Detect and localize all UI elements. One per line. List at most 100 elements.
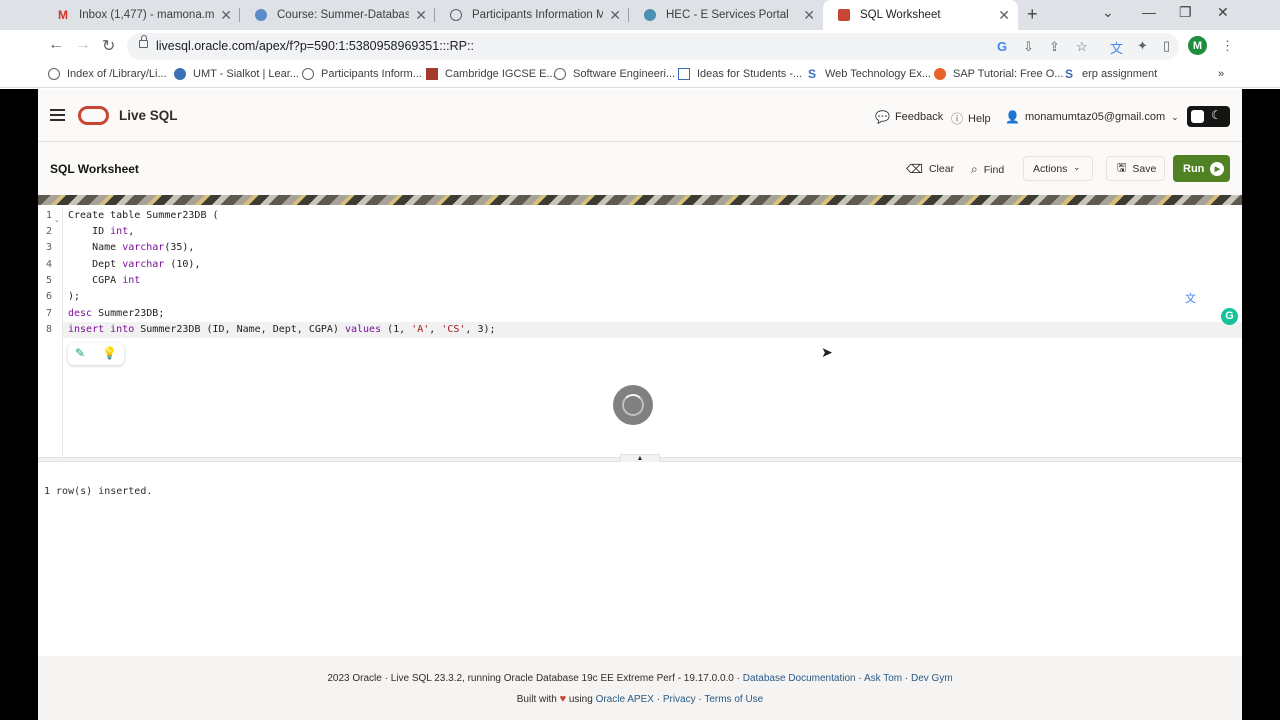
extensions-puzzle-icon[interactable]: ✦ bbox=[1137, 38, 1148, 54]
chevron-down-icon: ⌄ bbox=[1073, 162, 1081, 172]
help-link[interactable]: ⓘ Help bbox=[951, 110, 991, 127]
globe-icon bbox=[48, 68, 60, 80]
actions-label: Actions bbox=[1033, 163, 1068, 175]
oracle-logo[interactable] bbox=[78, 106, 109, 125]
reload-icon[interactable]: ↻ bbox=[102, 36, 115, 56]
line-number: 8 bbox=[45, 324, 52, 335]
translate-icon[interactable]: 文 bbox=[1185, 290, 1196, 306]
bookmark-item[interactable]: UMT - Sialkot | Lear... bbox=[174, 68, 299, 80]
minimize-icon[interactable]: — bbox=[1142, 4, 1156, 20]
window-close-icon[interactable]: ✕ bbox=[1217, 4, 1229, 21]
profile-initial: M bbox=[1192, 39, 1203, 52]
hamburger-menu-icon[interactable] bbox=[50, 109, 65, 121]
bookmark-star-icon[interactable]: ☆ bbox=[1076, 39, 1088, 55]
dark-mode-toggle[interactable]: ☾ bbox=[1187, 106, 1230, 127]
close-icon[interactable]: ✕ bbox=[803, 7, 815, 24]
tab-search-icon[interactable]: ⌄ bbox=[1102, 4, 1114, 21]
code-line: insert into Summer23DB (ID, Name, Dept, … bbox=[68, 324, 496, 335]
profile-avatar[interactable]: M bbox=[1188, 36, 1207, 55]
find-label: Find bbox=[983, 163, 1005, 176]
find-button[interactable]: ⌕ Find bbox=[971, 162, 1004, 177]
privacy-link[interactable]: Privacy bbox=[663, 694, 696, 705]
line-number: 4 bbox=[45, 259, 52, 270]
menu-kebab-icon[interactable]: ⋮ bbox=[1221, 38, 1234, 54]
line-number: 2 bbox=[45, 226, 52, 237]
user-menu[interactable]: 👤 monamumtaz05@gmail.com ⌄ bbox=[1005, 110, 1179, 124]
bookmark-label: erp assignment bbox=[1082, 68, 1158, 80]
feedback-link[interactable]: 💬 Feedback bbox=[875, 110, 943, 124]
close-icon[interactable]: ✕ bbox=[415, 7, 427, 24]
actions-menu-button[interactable]: Actions ⌄ bbox=[1023, 156, 1093, 181]
run-button[interactable]: Run ▶ bbox=[1173, 155, 1230, 182]
clear-button[interactable]: ⌫ Clear bbox=[906, 162, 954, 176]
database-documentation-link[interactable]: Database Documentation bbox=[743, 673, 856, 684]
app-title[interactable]: Live SQL bbox=[119, 108, 178, 123]
umt-icon bbox=[174, 68, 186, 80]
tab-sql-worksheet[interactable]: SQL Worksheet ✕ bbox=[823, 0, 1018, 30]
footer-version-text: 2023 Oracle · Live SQL 23.3.2, running O… bbox=[327, 673, 743, 684]
magic-wand-icon[interactable]: ✎ bbox=[75, 346, 85, 360]
page-footer: 2023 Oracle · Live SQL 23.3.2, running O… bbox=[38, 656, 1242, 720]
address-bar[interactable]: livesql.oracle.com/apex/f?p=590:1:538095… bbox=[127, 33, 1179, 60]
side-panel-icon[interactable]: ▯ bbox=[1163, 38, 1170, 54]
bookmark-item[interactable]: SAP Tutorial: Free O... bbox=[934, 68, 1063, 80]
bookmark-item[interactable]: S Web Technology Ex... bbox=[806, 67, 931, 81]
document-icon bbox=[678, 68, 690, 80]
url-text[interactable]: livesql.oracle.com/apex/f?p=590:1:538095… bbox=[156, 39, 474, 53]
close-icon[interactable]: ✕ bbox=[220, 7, 232, 24]
share-icon[interactable]: ⇪ bbox=[1049, 39, 1060, 55]
more-bookmarks-icon[interactable]: » bbox=[1218, 68, 1224, 80]
feedback-label: Feedback bbox=[894, 111, 944, 123]
user-icon: 👤 bbox=[1005, 110, 1020, 124]
video-letterbox-left bbox=[0, 89, 38, 720]
moodle-icon bbox=[254, 8, 268, 22]
moon-icon: ☾ bbox=[1211, 108, 1222, 122]
restore-icon[interactable]: ❐ bbox=[1179, 4, 1192, 21]
bookmark-item[interactable]: Participants Inform... bbox=[302, 68, 422, 80]
fold-arrow-icon[interactable]: ⌄ bbox=[54, 216, 60, 224]
bookmark-label: UMT - Sialkot | Lear... bbox=[193, 68, 299, 80]
s-logo-icon: S bbox=[1064, 67, 1073, 81]
new-tab-icon[interactable]: + bbox=[1027, 4, 1038, 25]
cambridge-shield-icon bbox=[426, 68, 438, 80]
result-message: 1 row(s) inserted. bbox=[44, 486, 153, 497]
terms-of-use-link[interactable]: Terms of Use bbox=[704, 694, 763, 705]
tab-title: HEC - E Services Portal bbox=[666, 9, 789, 21]
bookmark-item[interactable]: Cambridge IGCSE E... bbox=[426, 68, 556, 80]
tab-participants[interactable]: Participants Information Manag ✕ bbox=[435, 0, 629, 30]
forward-icon[interactable]: → bbox=[75, 36, 91, 54]
play-icon: ▶ bbox=[1210, 161, 1225, 176]
code-line: desc Summer23DB; bbox=[68, 308, 165, 319]
collapse-up-icon[interactable]: ▲ bbox=[620, 454, 660, 462]
save-button[interactable]: 🖫 Save bbox=[1106, 156, 1165, 181]
code-line: CGPA int bbox=[68, 275, 141, 286]
install-icon[interactable]: ⇩ bbox=[1023, 39, 1034, 55]
video-letterbox-right bbox=[1242, 89, 1280, 720]
built-with-text: Built with bbox=[516, 694, 557, 705]
worksheet-title: SQL Worksheet bbox=[50, 162, 139, 176]
code-assist-widget: ✎ 💡 bbox=[68, 343, 124, 365]
ask-tom-link[interactable]: Ask Tom bbox=[864, 673, 902, 684]
bookmark-item[interactable]: Software Engineeri... bbox=[554, 68, 675, 80]
lightbulb-icon[interactable]: 💡 bbox=[102, 346, 117, 360]
footer-line-2: Built with ♥ using Oracle APEX · Privacy… bbox=[516, 693, 764, 705]
tab-gmail[interactable]: M Inbox (1,477) - mamona.mumta ✕ bbox=[42, 0, 240, 30]
oracle-apex-link[interactable]: Oracle APEX bbox=[596, 694, 654, 705]
footer-line-1: 2023 Oracle · Live SQL 23.3.2, running O… bbox=[327, 673, 953, 684]
line-number: 7 bbox=[45, 308, 52, 319]
tab-moodle-course[interactable]: Course: Summer-Database Syst ✕ bbox=[240, 0, 435, 30]
dev-gym-link[interactable]: Dev Gym bbox=[911, 673, 953, 684]
app-header: Live SQL 💬 Feedback ⓘ Help 👤 monamumtaz05@g… bbox=[38, 89, 1242, 142]
translate-extension-icon[interactable]: 文 bbox=[1110, 38, 1123, 57]
globe-icon bbox=[302, 68, 314, 80]
bookmark-item[interactable]: Ideas for Students -... bbox=[678, 68, 802, 80]
bookmark-item[interactable]: Serp assignment bbox=[1063, 67, 1158, 81]
google-icon[interactable]: G bbox=[997, 39, 1007, 54]
back-icon[interactable]: ← bbox=[48, 36, 64, 54]
bookmark-item[interactable]: Index of /Library/Li... bbox=[48, 68, 167, 80]
tab-hec[interactable]: HEC - E Services Portal ✕ bbox=[629, 0, 823, 30]
close-icon[interactable]: ✕ bbox=[609, 7, 621, 24]
grammarly-icon[interactable]: G bbox=[1221, 308, 1238, 325]
sql-editor[interactable]: 1 ⌄ 2 3 4 5 6 7 8 Create table Summer23D… bbox=[38, 205, 1242, 457]
close-icon[interactable]: ✕ bbox=[998, 7, 1010, 24]
